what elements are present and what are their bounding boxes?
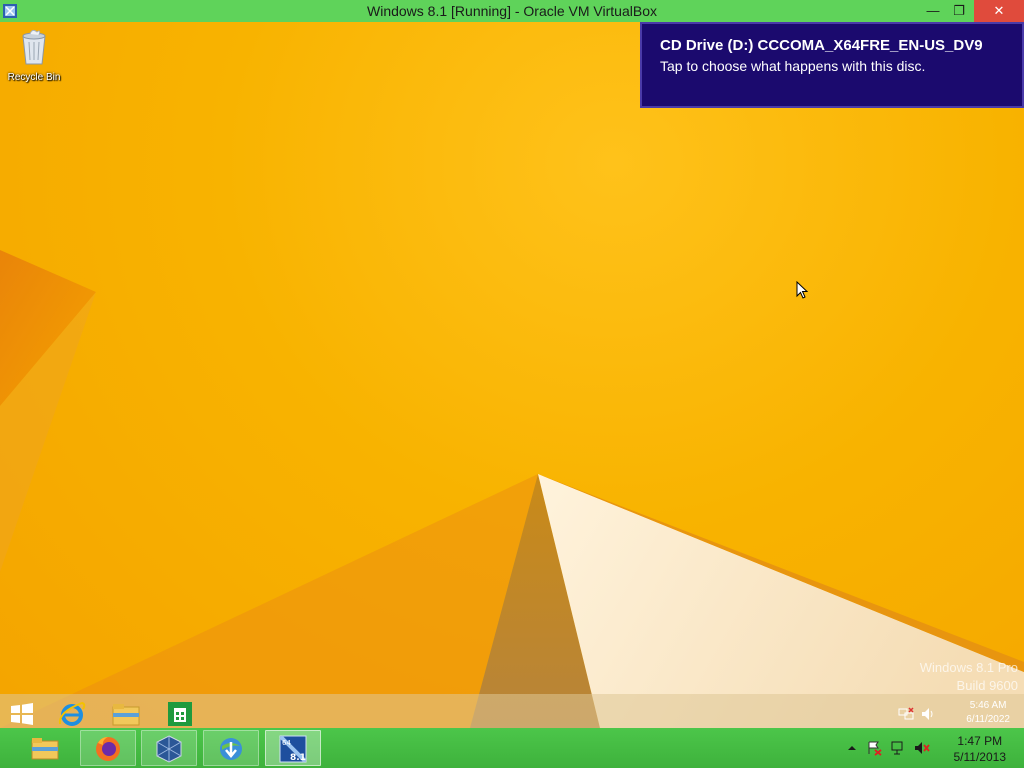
notification-message: Tap to choose what happens with this dis…: [660, 58, 926, 74]
desktop-icon-recycle-bin[interactable]: Recycle Bin: [4, 28, 64, 83]
restore-button[interactable]: ❐: [946, 0, 972, 22]
wallpaper: [0, 250, 1024, 728]
network-icon[interactable]: [898, 706, 914, 722]
virtualbox-icon: [156, 735, 182, 763]
volume-muted-icon[interactable]: [914, 740, 930, 756]
window-title: Windows 8.1 [Running] - Oracle VM Virtua…: [367, 3, 657, 19]
internet-explorer-icon[interactable]: [56, 698, 88, 728]
close-button[interactable]: ✕: [974, 0, 1024, 22]
host-clock-date: 5/11/2013: [953, 750, 1007, 764]
file-explorer-icon: [31, 738, 59, 760]
guest-clock[interactable]: 5:46 AM 6/11/2022: [966, 699, 1010, 727]
recycle-bin-icon: [22, 29, 46, 65]
host-taskbar-file-explorer[interactable]: [18, 730, 74, 766]
host-taskbar: 64 8.1 1:47 PM 5/11/2013: [0, 728, 1024, 768]
guest-desktop[interactable]: Recycle Bin CD Drive (D:) CCCOMA_X64FRE_…: [0, 22, 1024, 728]
vm-badge-version: 8.1: [290, 753, 306, 763]
action-center-icon[interactable]: [866, 740, 882, 756]
autoplay-notification[interactable]: CD Drive (D:) CCCOMA_X64FRE_EN-US_DV9 Ta…: [640, 22, 1024, 108]
guest-clock-date: 6/11/2022: [966, 714, 1010, 725]
guest-taskbar: 5:46 AM 6/11/2022: [0, 694, 1024, 728]
internet-download-manager-icon: [220, 738, 242, 760]
windows-watermark: Windows 8.1 Pro Build 9600: [920, 659, 1018, 695]
store-icon[interactable]: [164, 698, 196, 728]
mouse-cursor-icon: [796, 281, 808, 299]
windows-8-1-vm-icon: 64 8.1: [279, 735, 307, 763]
notification-title: CD Drive (D:) CCCOMA_X64FRE_EN-US_DV9: [660, 37, 983, 54]
host-taskbar-virtualbox[interactable]: [141, 730, 197, 766]
minimize-button[interactable]: —: [920, 0, 946, 22]
guest-clock-time: 5:46 AM: [969, 700, 1007, 711]
host-clock[interactable]: 1:47 PM 5/11/2013: [954, 733, 1007, 765]
guest-system-tray: 5:46 AM 6/11/2022: [884, 694, 1024, 728]
host-taskbar-windows-8-1-vm[interactable]: 64 8.1: [265, 730, 321, 766]
vm-badge-arch: 64: [282, 739, 291, 747]
start-icon[interactable]: [6, 698, 38, 728]
host-taskbar-firefox[interactable]: [80, 730, 136, 766]
file-explorer-icon[interactable]: [110, 698, 142, 728]
network-icon[interactable]: [890, 740, 906, 756]
host-titlebar: Windows 8.1 [Running] - Oracle VM Virtua…: [0, 0, 1024, 23]
host-clock-time: 1:47 PM: [957, 734, 1003, 748]
firefox-icon: [96, 737, 120, 761]
show-hidden-icons-icon[interactable]: [844, 740, 860, 756]
recycle-bin-label: Recycle Bin: [7, 72, 61, 83]
watermark-edition: Windows 8.1 Pro: [919, 660, 1018, 675]
host-taskbar-internet-download-manager[interactable]: [203, 730, 259, 766]
volume-icon[interactable]: [920, 706, 936, 722]
watermark-build: Build 9600: [956, 678, 1018, 693]
